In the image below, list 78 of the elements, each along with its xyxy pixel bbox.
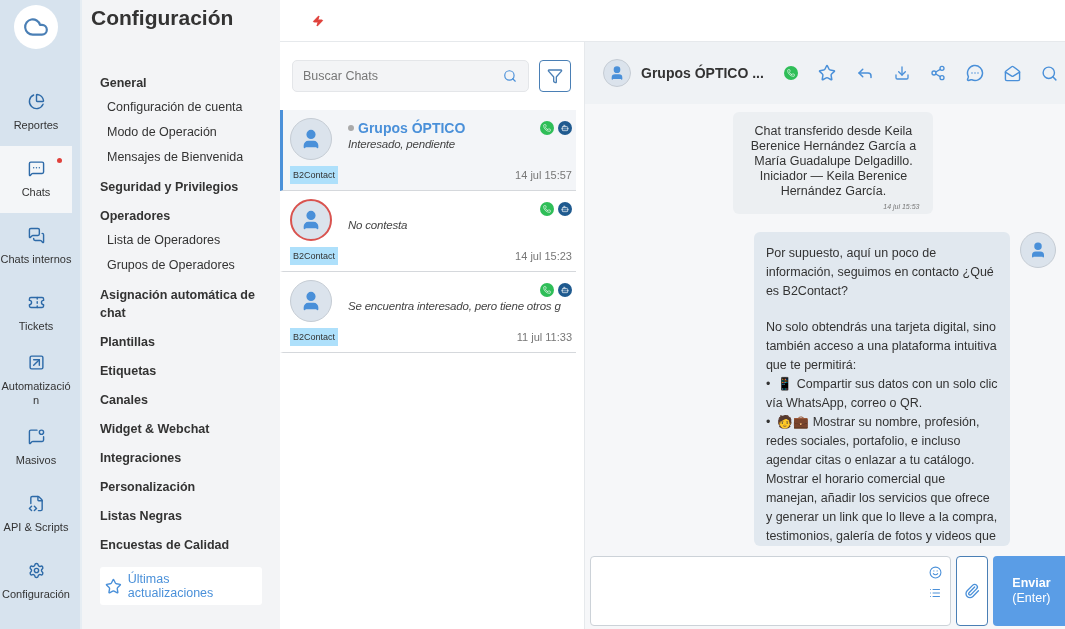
arrow-square-icon bbox=[27, 354, 45, 371]
phone-badge-icon bbox=[783, 66, 798, 80]
chat-time: 14 jul 15:23 bbox=[515, 250, 572, 262]
nav-item[interactable]: Chats bbox=[0, 146, 72, 213]
nav-item[interactable]: Reportes bbox=[0, 79, 72, 146]
chat-time: 14 jul 15:57 bbox=[515, 169, 572, 181]
avatar bbox=[1019, 232, 1056, 268]
share-icon[interactable] bbox=[929, 65, 946, 81]
nav-item[interactable]: API & Scripts bbox=[0, 481, 72, 548]
cloud-logo-icon bbox=[14, 5, 58, 49]
settings-item[interactable]: Mensajes de Bienvenida bbox=[100, 145, 262, 170]
search-field[interactable]: Buscar Chats bbox=[292, 60, 529, 92]
settings-item[interactable]: Lista de Operadores bbox=[100, 228, 262, 253]
list-icon[interactable] bbox=[928, 587, 941, 599]
chat-snippet: Interesado, pendiente bbox=[348, 138, 457, 150]
phone-badge-icon bbox=[540, 121, 554, 135]
settings-icon bbox=[27, 562, 45, 579]
search-icon[interactable] bbox=[1040, 64, 1058, 82]
emoji-icon[interactable] bbox=[928, 566, 942, 579]
system-message-text: Chat transferido desde Keila Berenice Hernández García a María Guadalupe Delgadillo. Iniciador — Keila Berenice Hernández García. bbox=[749, 124, 918, 199]
ticket-icon bbox=[27, 294, 45, 311]
nav-item[interactable]: Chats internos bbox=[0, 213, 72, 280]
chats-icon bbox=[27, 227, 45, 244]
code-file-icon bbox=[27, 495, 45, 512]
updates-link[interactable]: Últimas actualizaciones bbox=[100, 567, 262, 605]
chat-tag: B2Contact bbox=[290, 166, 339, 184]
bot-badge-icon bbox=[558, 121, 572, 135]
settings-section[interactable]: Listas Negras bbox=[100, 504, 262, 528]
star-icon bbox=[105, 577, 122, 595]
settings-section[interactable]: Personalización bbox=[100, 475, 262, 499]
nav-item[interactable]: Configuración bbox=[0, 548, 72, 615]
chat-plus-icon bbox=[27, 428, 45, 445]
settings-item[interactable]: Modo de Operación bbox=[100, 120, 262, 145]
nav-item[interactable]: Tickets bbox=[0, 280, 72, 347]
nav-item[interactable]: Masivos bbox=[0, 414, 72, 481]
settings-section[interactable]: Etiquetas bbox=[100, 359, 262, 383]
bot-badge-icon bbox=[558, 202, 572, 216]
settings-section[interactable]: Seguridad y Privilegios bbox=[100, 175, 262, 199]
chat-tag: B2Contact bbox=[290, 247, 339, 265]
settings-item[interactable]: Configuración de cuenta bbox=[100, 95, 262, 120]
settings-section[interactable]: Encuestas de Calidad bbox=[100, 533, 262, 557]
phone-badge-icon bbox=[540, 202, 554, 216]
settings-section[interactable]: General bbox=[100, 71, 262, 95]
conversation-title: Grupos ÓPTICO ... bbox=[641, 65, 764, 81]
avatar bbox=[603, 59, 631, 87]
lightning-icon bbox=[312, 14, 324, 27]
message-input[interactable] bbox=[590, 556, 951, 626]
chat-icon bbox=[27, 160, 45, 177]
chat-list-item[interactable]: Grupos ÓPTICO Interesado, pendiente B2Contact 14 jul 15:57 bbox=[280, 110, 576, 191]
settings-section[interactable]: Asignación automática de chat bbox=[100, 283, 262, 325]
filter-icon bbox=[547, 68, 563, 84]
search-icon bbox=[503, 69, 517, 83]
mail-icon[interactable] bbox=[1003, 64, 1021, 82]
bot-badge-icon bbox=[558, 283, 572, 297]
chat-snippet: No contesta bbox=[348, 219, 409, 231]
chat-tag: B2Contact bbox=[290, 328, 339, 346]
star-icon[interactable] bbox=[817, 64, 836, 82]
chat-time: 11 jul 11:33 bbox=[516, 331, 572, 343]
contact-name: Grupos ÓPTICO bbox=[358, 120, 466, 136]
attach-button[interactable] bbox=[955, 556, 988, 626]
chat-bubble-icon[interactable] bbox=[965, 64, 984, 82]
settings-section[interactable]: Widget & Webchat bbox=[100, 417, 262, 441]
settings-section[interactable]: Integraciones bbox=[100, 446, 262, 470]
download-icon[interactable] bbox=[893, 65, 910, 81]
settings-section[interactable]: Plantillas bbox=[100, 330, 262, 354]
message-text: No solo obtendrás una tarjeta digital, sino también acceso a una plataforma intuitiva que te permitirá: • 📱 Compartir sus datos con un solo clic vía WhatsApp, correo o QR. • 🧑💼 Mostrar su nombre, profesión, redes sociales, portafolio, e incluso agendar citas o enlazar a tu catálogo. Mostrar el horario comercial que manejan, añadir los servicios que ofrece y generar un link que lo lleve a la compra, testimonios, galería de fotos y videos que bbox=[765, 319, 998, 545]
panel-title: Configuración bbox=[91, 6, 235, 30]
chat-snippet: Se encuentra interesado, pero tiene otros g bbox=[348, 300, 562, 312]
phone-badge-icon bbox=[540, 283, 554, 297]
paperclip-icon bbox=[963, 583, 980, 599]
settings-section[interactable]: Operadores bbox=[100, 204, 262, 228]
filter-button[interactable] bbox=[539, 60, 571, 92]
status-dot-icon bbox=[348, 125, 354, 131]
message-text: Por supuesto, aquí un poco de información, seguimos en contacto ¿Qué es B2Contact? bbox=[765, 245, 995, 300]
settings-section[interactable]: Canales bbox=[100, 388, 262, 412]
pie-chart-icon bbox=[27, 93, 45, 110]
nav-item[interactable]: Automatización bbox=[0, 347, 72, 414]
settings-item[interactable]: Grupos de Operadores bbox=[100, 253, 262, 278]
